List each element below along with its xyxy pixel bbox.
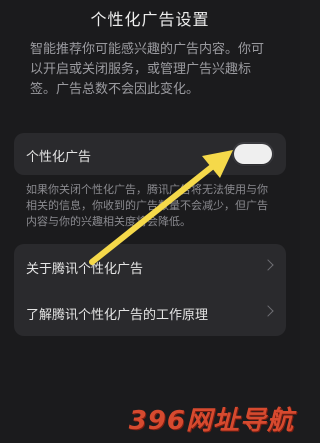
settings-screen: 个性化广告设置 智能推荐你可能感兴趣的广告内容。你可以开启或关闭服务，或管理广告… xyxy=(0,0,300,443)
page-title: 个性化广告设置 xyxy=(90,10,210,29)
about-ads-label: 关于腾讯个性化广告 xyxy=(26,262,144,277)
personalized-ads-row[interactable]: 个性化广告 xyxy=(14,133,286,175)
how-it-works-link[interactable]: 了解腾讯个性化广告的工作原理 xyxy=(14,290,286,336)
personalized-ads-label: 个性化广告 xyxy=(26,150,92,165)
how-it-works-label: 了解腾讯个性化广告的工作原理 xyxy=(26,308,209,323)
chevron-right-icon xyxy=(262,259,274,271)
links-card: 关于腾讯个性化广告 了解腾讯个性化广告的工作原理 xyxy=(14,244,286,336)
chevron-right-icon xyxy=(262,305,274,317)
about-ads-link[interactable]: 关于腾讯个性化广告 xyxy=(14,244,286,290)
toggle-note: 如果你关闭个性化广告，腾讯广告将无法使用与你相关的信息，你收到的广告数量不会减少… xyxy=(26,183,268,228)
watermark-logo: 396网址导航 xyxy=(128,406,294,436)
toggle-card: 个性化广告 xyxy=(14,133,286,175)
toggle-knob xyxy=(234,144,272,164)
personalized-ads-toggle[interactable] xyxy=(232,142,274,166)
intro-text: 智能推荐你可能感兴趣的广告内容。你可以开启或关闭服务，或管理广告兴趣标签。广告总… xyxy=(30,42,265,97)
